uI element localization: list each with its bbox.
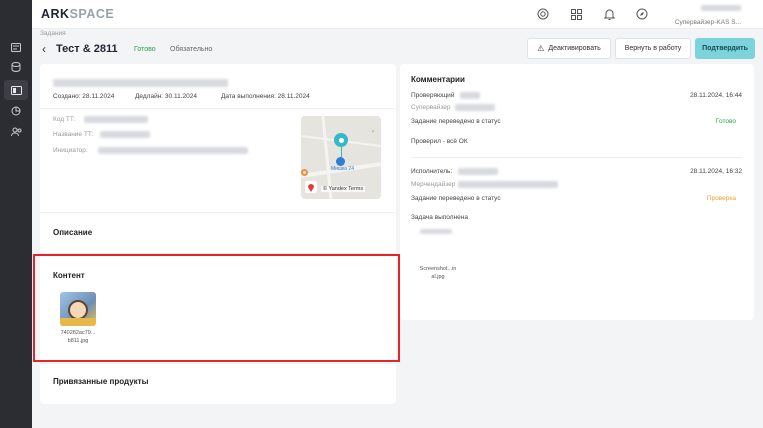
deadline-date: Дедлайн: 30.11.2024 [135, 93, 197, 100]
warning-icon: ⚠ [537, 44, 545, 53]
title-bar: ‹ Тест & 2811 Готово Обязательно ⚠ Деакт… [40, 38, 755, 62]
divider [40, 108, 396, 109]
map-attribution[interactable]: © Yandex Terms [321, 186, 366, 192]
database-icon[interactable] [9, 60, 23, 74]
initiator-label: Инициатор: [53, 147, 88, 154]
comments-title: Комментарии [411, 75, 465, 84]
status-review-badge: Проверка [706, 195, 736, 202]
divider [411, 157, 742, 158]
task-subject-redacted [53, 74, 228, 92]
yandex-logo-icon [305, 181, 317, 193]
user-menu[interactable]: Супервайзер-KAS S... [675, 5, 741, 26]
status-ready-badge: Готово [715, 118, 736, 125]
bell-icon[interactable] [602, 7, 616, 21]
logo-accent: SPACE [69, 7, 115, 21]
compass-icon[interactable] [635, 7, 649, 21]
name-label: Название ТТ: [53, 131, 94, 138]
required-badge: Обязательно [170, 46, 213, 53]
attachment-file-name[interactable]: Screenshot...in al.jpg [413, 265, 463, 281]
support-icon[interactable] [536, 7, 550, 21]
attachment-file-name-line2: al.jpg [431, 274, 445, 280]
comments-card: Комментарии Проверяющий 28.11.2024, 16:4… [400, 64, 754, 320]
return-label: Вернуть в работу [624, 45, 682, 52]
reviewer-role: Супервайзер [411, 104, 451, 111]
map-expand-icon[interactable]: › [372, 129, 374, 135]
users-icon[interactable] [9, 125, 23, 139]
divider [40, 363, 396, 364]
user-name: Супервайзер-KAS S... [674, 19, 741, 26]
linked-products-heading: Привязанные продукты [53, 377, 149, 386]
reviewer-date: 28.11.2024, 16:44 [690, 92, 742, 99]
tasks-icon[interactable] [9, 40, 23, 54]
status-change-text: Задание переведено в статус [411, 195, 501, 202]
top-bar: ARKSPACE Супервайзер-KAS S... [32, 0, 763, 29]
map-pin-icon [334, 133, 348, 147]
map-place-label: Мишка 24 [331, 166, 354, 172]
attachment-file-name-line1: Screenshot...in [419, 266, 457, 272]
map-marker-icon [301, 169, 308, 176]
app-root: ARKSPACE Супервайзер-KAS S... Задания ‹ … [0, 0, 763, 428]
reviewer-label: Проверяющий [411, 92, 455, 99]
deactivate-button[interactable]: ⚠ Деактивировать [527, 38, 611, 59]
breadcrumb[interactable]: Задания [40, 30, 66, 37]
attachment-preview-redacted [420, 229, 452, 234]
confirm-button[interactable]: Подтвердить [695, 38, 755, 59]
executor-date: 28.11.2024, 16:32 [690, 168, 742, 175]
return-to-work-button[interactable]: Вернуть в работу [615, 38, 691, 59]
logo-main: ARK [41, 7, 70, 21]
execution-note: Задача выполнена [411, 214, 468, 221]
review-note: Проверил - всё ОК [411, 138, 468, 145]
created-date: Создано: 28.11.2024 [53, 93, 115, 100]
completed-date: Дата выполнения: 28.11.2024 [221, 93, 310, 100]
status-badge: Готово [134, 46, 156, 53]
confirm-label: Подтвердить [702, 45, 748, 52]
content-highlight-box [33, 254, 400, 362]
user-avatar-redacted [701, 5, 741, 11]
page-title: Тест & 2811 [56, 43, 118, 55]
code-label: Код ТТ: [53, 116, 76, 123]
executor-name-redacted [458, 168, 498, 175]
code-value-redacted [84, 116, 148, 123]
poi-icon [336, 157, 345, 166]
location-map[interactable]: Мишка 24 © Yandex Terms › [301, 116, 381, 199]
content-icon[interactable] [9, 83, 23, 97]
side-rail [0, 0, 32, 428]
reviewer-role-redacted [455, 104, 495, 111]
executor-label: Исполнитель: [411, 168, 453, 175]
analytics-icon[interactable] [9, 104, 23, 118]
executor-role-redacted [458, 181, 558, 188]
divider [40, 212, 396, 213]
logo[interactable]: ARKSPACE [41, 7, 114, 21]
back-arrow-icon[interactable]: ‹ [42, 42, 46, 56]
initiator-value-redacted [98, 147, 248, 154]
status-change-text: Задание переведено в статус [411, 118, 501, 125]
name-value-redacted [100, 131, 150, 138]
deactivate-label: Деактивировать [548, 45, 601, 52]
grid-icon[interactable] [569, 7, 583, 21]
reviewer-name-redacted [460, 92, 480, 99]
description-heading: Описание [53, 228, 93, 237]
executor-role: Мерчендайзер [411, 181, 456, 188]
